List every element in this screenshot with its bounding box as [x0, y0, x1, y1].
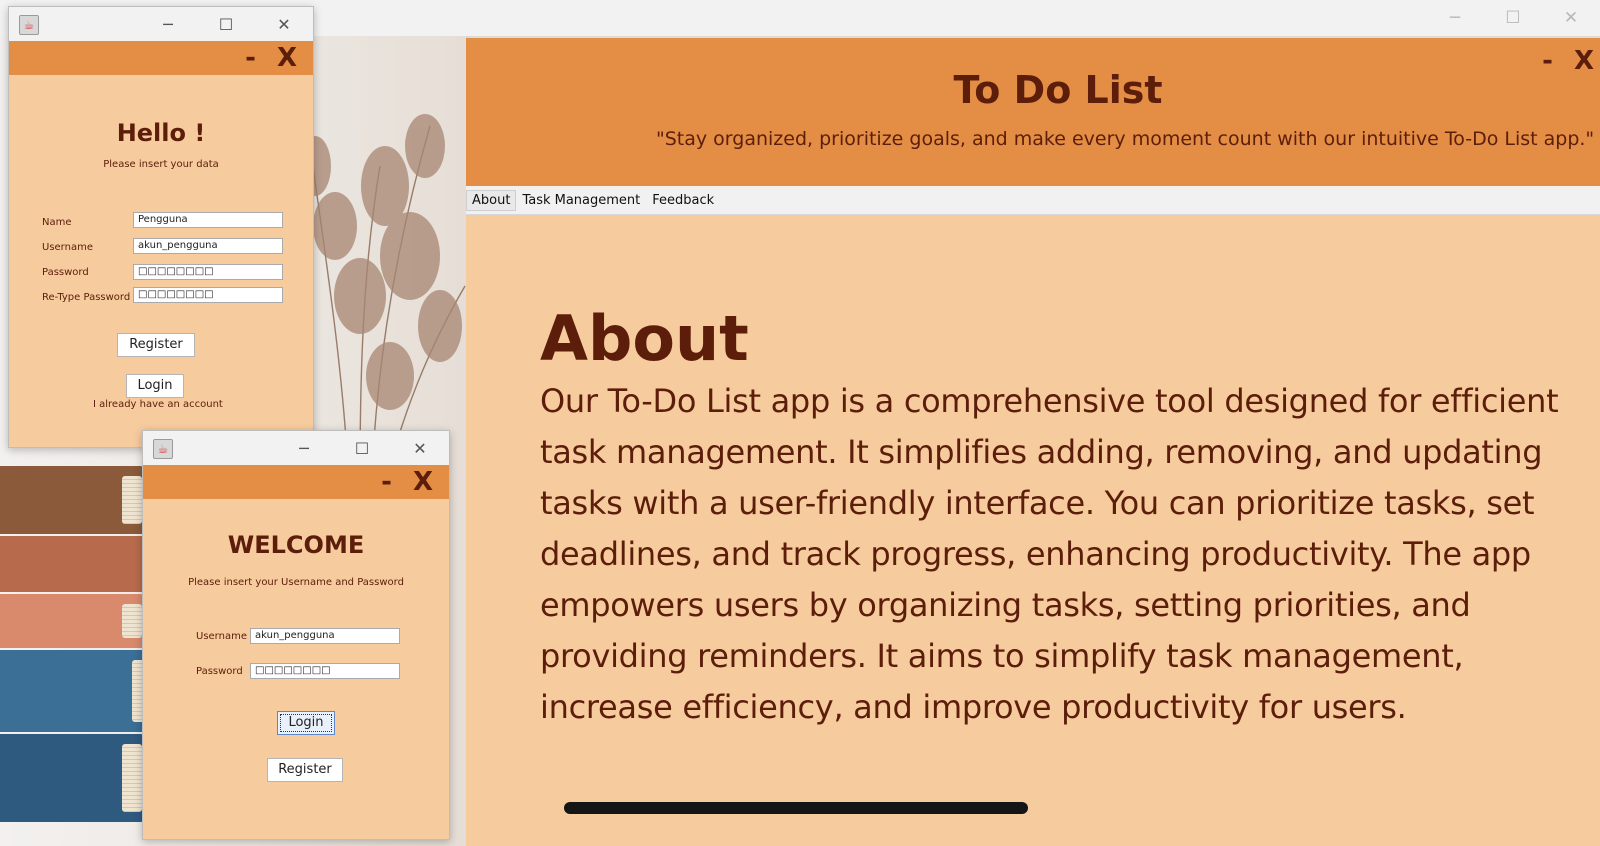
- java-app-icon: ☕: [153, 439, 173, 459]
- password-field[interactable]: □□□□□□□□: [133, 264, 283, 280]
- login-dialog-controls: ─ ☐ ✕: [275, 431, 449, 465]
- register-dialog-header: - X: [9, 41, 313, 75]
- username-field[interactable]: akun_pengguna: [133, 238, 283, 254]
- name-field[interactable]: Pengguna: [133, 212, 283, 228]
- close-icon[interactable]: ✕: [1542, 8, 1600, 28]
- maximize-icon[interactable]: ☐: [197, 15, 255, 34]
- app-tagline: "Stay organized, prioritize goals, and m…: [656, 128, 1595, 150]
- app-menubar: About Task Management Feedback: [466, 186, 1600, 215]
- header-minimize-close-controls[interactable]: - X: [381, 467, 439, 497]
- maximize-icon[interactable]: ☐: [1484, 8, 1542, 28]
- menu-item-feedback[interactable]: Feedback: [646, 193, 720, 208]
- login-button[interactable]: Login: [277, 711, 335, 735]
- maximize-icon[interactable]: ☐: [333, 439, 391, 458]
- menu-item-task-management[interactable]: Task Management: [516, 193, 646, 208]
- register-dialog-titlebar: ☕ ─ ☐ ✕: [9, 7, 313, 41]
- retype-password-label: Re-Type Password: [42, 292, 131, 303]
- close-icon[interactable]: ✕: [255, 15, 313, 34]
- login-dialog-header: - X: [143, 465, 449, 499]
- already-have-account-note: I already have an account: [93, 399, 223, 410]
- book-decoration: [0, 594, 150, 648]
- welcome-title: WELCOME: [227, 531, 365, 559]
- book-decoration: [0, 650, 160, 732]
- register-title: Hello !: [116, 119, 206, 147]
- header-minimize-close-controls[interactable]: - X: [245, 43, 303, 73]
- todo-app-window: - X To Do List "Stay organized, prioriti…: [466, 38, 1600, 846]
- about-text: Our To-Do List app is a comprehensive to…: [540, 382, 1559, 726]
- menu-item-about[interactable]: About: [466, 189, 517, 211]
- password-field[interactable]: □□□□□□□□: [250, 663, 400, 679]
- password-label: Password: [42, 267, 89, 278]
- book-decoration: [0, 734, 150, 822]
- register-dialog-controls: ─ ☐ ✕: [139, 7, 313, 41]
- java-app-icon: ☕: [19, 15, 39, 35]
- login-subtitle: Please insert your Username and Password: [188, 577, 404, 588]
- minimize-icon[interactable]: ─: [275, 439, 333, 458]
- username-field[interactable]: akun_pengguna: [250, 628, 400, 644]
- register-button[interactable]: Register: [117, 333, 195, 357]
- app-header: - X To Do List "Stay organized, prioriti…: [466, 38, 1600, 186]
- close-icon[interactable]: ✕: [391, 439, 449, 458]
- about-heading: About: [540, 302, 749, 375]
- username-label: Username: [196, 631, 247, 642]
- username-label: Username: [42, 242, 93, 253]
- minimize-icon[interactable]: ─: [1426, 8, 1484, 28]
- minimize-icon[interactable]: ─: [139, 15, 197, 34]
- name-label: Name: [42, 217, 72, 228]
- book-decoration: [0, 466, 150, 534]
- register-dialog: ☕ ─ ☐ ✕ - X Hello ! Please insert your d…: [8, 6, 314, 448]
- app-title: To Do List: [953, 68, 1163, 112]
- register-subtitle: Please insert your data: [103, 159, 219, 170]
- login-button[interactable]: Login: [126, 374, 184, 398]
- retype-password-field[interactable]: □□□□□□□□: [133, 287, 283, 303]
- password-label: Password: [196, 666, 243, 677]
- login-dialog-titlebar: ☕ ─ ☐ ✕: [143, 431, 449, 465]
- main-window-controls: ─ ☐ ✕: [1426, 0, 1600, 36]
- horizontal-scrollbar-thumb[interactable]: [564, 802, 1028, 814]
- login-dialog: ☕ ─ ☐ ✕ - X WELCOME Please insert your U…: [142, 430, 450, 840]
- register-button[interactable]: Register: [267, 758, 343, 782]
